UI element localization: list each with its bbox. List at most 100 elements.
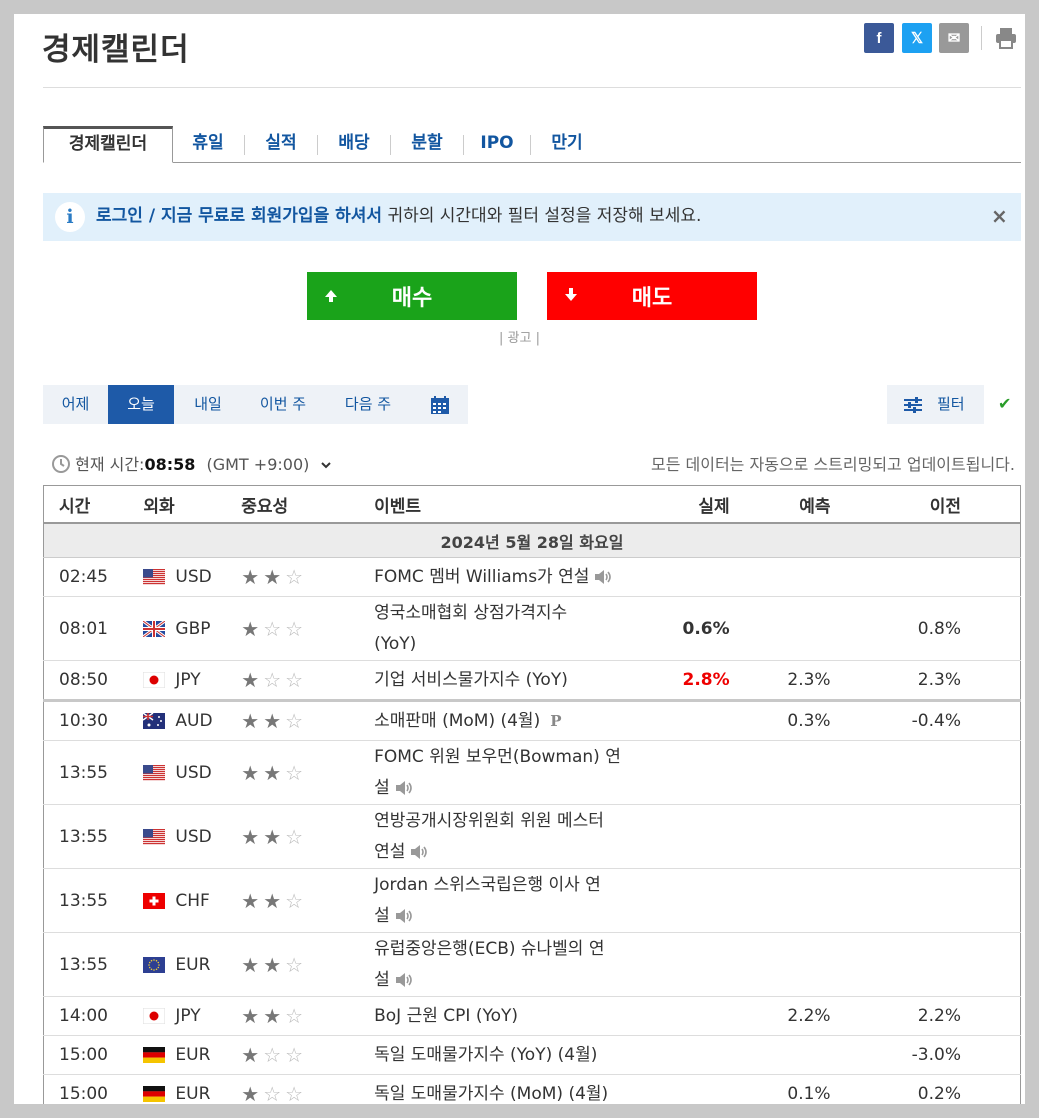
importance-stars: ★★☆ — [241, 740, 375, 805]
currency-code: EUR — [175, 1045, 211, 1065]
buy-button[interactable]: 매수 — [307, 272, 517, 320]
facebook-share-button[interactable]: f — [864, 23, 894, 53]
currency-cell: USD — [143, 557, 242, 597]
currency-code: JPY — [175, 1006, 201, 1026]
event-name[interactable]: 독일 도매물가지수 (MoM) (4월) — [374, 1084, 608, 1104]
calendar-picker[interactable] — [412, 385, 468, 424]
actual-value — [676, 1035, 750, 1075]
importance-stars: ★★☆ — [241, 700, 375, 741]
event-name[interactable]: 기업 서비스물가지수 (YoY) — [374, 670, 568, 690]
table-row[interactable]: 08:50 JPY ★☆☆ 기업 서비스물가지수 (YoY) 2.8% 2.3% 2.3% — [43, 660, 1021, 702]
event-cell[interactable]: 독일 도매물가지수 (MoM) (4월) — [374, 1074, 677, 1104]
event-name[interactable]: 소매판매 (MoM) (4월) — [374, 711, 540, 731]
event-name[interactable]: 연방공개시장위원회 위원 메스터 — [374, 811, 604, 831]
streaming-notice: 모든 데이터는 자동으로 스트리밍되고 업데이트됩니다. — [651, 455, 1015, 474]
tab-dividends[interactable]: 배당 — [318, 126, 390, 162]
tab-ipo[interactable]: IPO — [464, 126, 530, 162]
table-row[interactable]: 10:30 AUD ★★☆ 소매판매 (MoM) (4월) P 0.3% -0.4% — [43, 700, 1021, 741]
event-cell[interactable]: BoJ 근원 CPI (YoY) — [374, 996, 677, 1036]
importance-stars: ★★☆ — [241, 557, 375, 597]
header-previous[interactable]: 이전 — [850, 485, 1021, 524]
currency-code: GBP — [175, 618, 211, 639]
table-row[interactable]: 13:55 EUR ★★☆ 유럽중앙은행(ECB) 슈나벨의 연설 — [43, 932, 1021, 997]
day-yesterday[interactable]: 어제 — [43, 385, 108, 424]
close-icon[interactable]: × — [991, 193, 1008, 239]
header-forecast[interactable]: 예측 — [749, 485, 851, 524]
timezone-selector[interactable]: (GMT +9:00) — [206, 455, 309, 474]
day-tomorrow[interactable]: 내일 — [174, 385, 242, 424]
previous-value: 2.2% — [850, 996, 1021, 1036]
event-cell[interactable]: Jordan 스위스국립은행 이사 연설 — [374, 868, 677, 933]
table-row[interactable]: 15:00 EUR ★☆☆ 독일 도매물가지수 (YoY) (4월) -3.0% — [43, 1035, 1021, 1075]
table-row[interactable]: 13:55 USD ★★☆ FOMC 위원 보우먼(Bowman) 연설 — [43, 740, 1021, 805]
header-actual[interactable]: 실제 — [676, 485, 750, 524]
event-cell[interactable]: 기업 서비스물가지수 (YoY) — [374, 660, 677, 702]
tab-splits[interactable]: 분할 — [391, 126, 463, 162]
calendar-icon — [431, 395, 449, 414]
tab-earnings[interactable]: 실적 — [245, 126, 317, 162]
event-name[interactable]: FOMC 멤버 Williams가 연설 — [374, 567, 589, 587]
event-time: 13:55 — [43, 868, 144, 933]
event-name[interactable]: 영국소매협회 상점가격지수 — [374, 603, 567, 623]
event-name[interactable]: BoJ 근원 CPI (YoY) — [374, 1006, 518, 1026]
event-cell[interactable]: 연방공개시장위원회 위원 메스터연설 — [374, 804, 677, 869]
event-cell[interactable]: 독일 도매물가지수 (YoY) (4월) — [374, 1035, 677, 1075]
sell-label: 매도 — [631, 286, 673, 311]
event-time: 15:00 — [43, 1074, 144, 1104]
event-name-cont[interactable]: 설 — [374, 906, 390, 926]
table-row[interactable]: 15:00 EUR ★☆☆ 독일 도매물가지수 (MoM) (4월) 0.1% 0.2% — [43, 1074, 1021, 1104]
table-row[interactable]: 13:55 USD ★★☆ 연방공개시장위원회 위원 메스터 연설 — [43, 804, 1021, 869]
speaker-icon — [395, 780, 412, 795]
sliders-icon — [904, 397, 922, 413]
event-cell[interactable]: FOMC 위원 보우먼(Bowman) 연설 — [374, 740, 677, 805]
actual-value — [676, 804, 750, 869]
event-name-cont[interactable]: (YoY) — [374, 634, 416, 654]
event-name[interactable]: 독일 도매물가지수 (YoY) (4월) — [374, 1045, 597, 1065]
event-time: 13:55 — [43, 804, 144, 869]
day-next-week[interactable]: 다음 주 — [324, 385, 412, 424]
tab-holidays[interactable]: 휴일 — [173, 126, 243, 162]
signup-link[interactable]: 지금 무료로 회원가입을 하셔서 — [161, 206, 382, 226]
event-name[interactable]: Jordan 스위스국립은행 이사 연 — [374, 875, 601, 895]
event-name-cont[interactable]: 설 — [374, 778, 390, 798]
header-importance[interactable]: 중요성 — [241, 485, 375, 524]
forecast-value — [749, 868, 851, 933]
event-time: 02:45 — [43, 557, 144, 597]
actual-value — [676, 932, 750, 997]
event-name-cont[interactable]: 설 — [374, 970, 390, 990]
event-cell[interactable]: 소매판매 (MoM) (4월) P — [374, 700, 677, 741]
flag-icon — [142, 712, 166, 729]
event-time: 08:01 — [43, 596, 144, 661]
tab-economic-calendar[interactable]: 경제캘린더 — [43, 126, 173, 163]
flag-icon — [142, 671, 166, 689]
event-cell[interactable]: 유럽중앙은행(ECB) 슈나벨의 연설 — [374, 932, 677, 997]
day-this-week[interactable]: 이번 주 — [242, 385, 324, 424]
x-share-button[interactable]: 𝕏 — [902, 23, 932, 53]
event-name[interactable]: 유럽중앙은행(ECB) 슈나벨의 연 — [374, 939, 604, 959]
preliminary-icon: P — [550, 711, 562, 730]
table-row[interactable]: 02:45 USD ★★☆ FOMC 멤버 Williams가 연설 — [43, 557, 1021, 597]
login-link[interactable]: 로그인 — [96, 206, 143, 226]
table-row[interactable]: 08:01 GBP ★☆☆ 영국소매협회 상점가격지수 (YoY) 0.6% 0.8% — [43, 596, 1021, 661]
currency-code: JPY — [175, 670, 201, 690]
header-time[interactable]: 시간 — [43, 485, 144, 524]
header-event[interactable]: 이벤트 — [374, 485, 677, 524]
filter-button[interactable]: 필터 — [887, 385, 984, 424]
chevron-down-icon[interactable] — [320, 459, 332, 471]
day-today[interactable]: 오늘 — [108, 385, 174, 424]
print-icon[interactable] — [994, 26, 1018, 50]
table-row[interactable]: 14:00 JPY ★★☆ BoJ 근원 CPI (YoY) 2.2% 2.2% — [43, 996, 1021, 1036]
actual-value — [676, 1074, 750, 1104]
importance-stars: ★☆☆ — [241, 596, 375, 661]
title-divider — [43, 87, 1021, 88]
table-row[interactable]: 13:55 CHF ★★☆ Jordan 스위스국립은행 이사 연설 — [43, 868, 1021, 933]
header-currency[interactable]: 외화 — [143, 485, 242, 524]
currency-cell: JPY — [142, 996, 242, 1036]
event-cell[interactable]: 영국소매협회 상점가격지수 (YoY) — [374, 596, 677, 661]
email-share-button[interactable]: ✉ — [939, 23, 969, 53]
event-cell[interactable]: FOMC 멤버 Williams가 연설 — [374, 557, 677, 597]
sell-button[interactable]: 매도 — [547, 272, 757, 320]
event-name-cont[interactable]: 연설 — [374, 842, 405, 862]
tab-expirations[interactable]: 만기 — [531, 126, 603, 162]
event-name[interactable]: FOMC 위원 보우먼(Bowman) 연 — [374, 747, 621, 767]
